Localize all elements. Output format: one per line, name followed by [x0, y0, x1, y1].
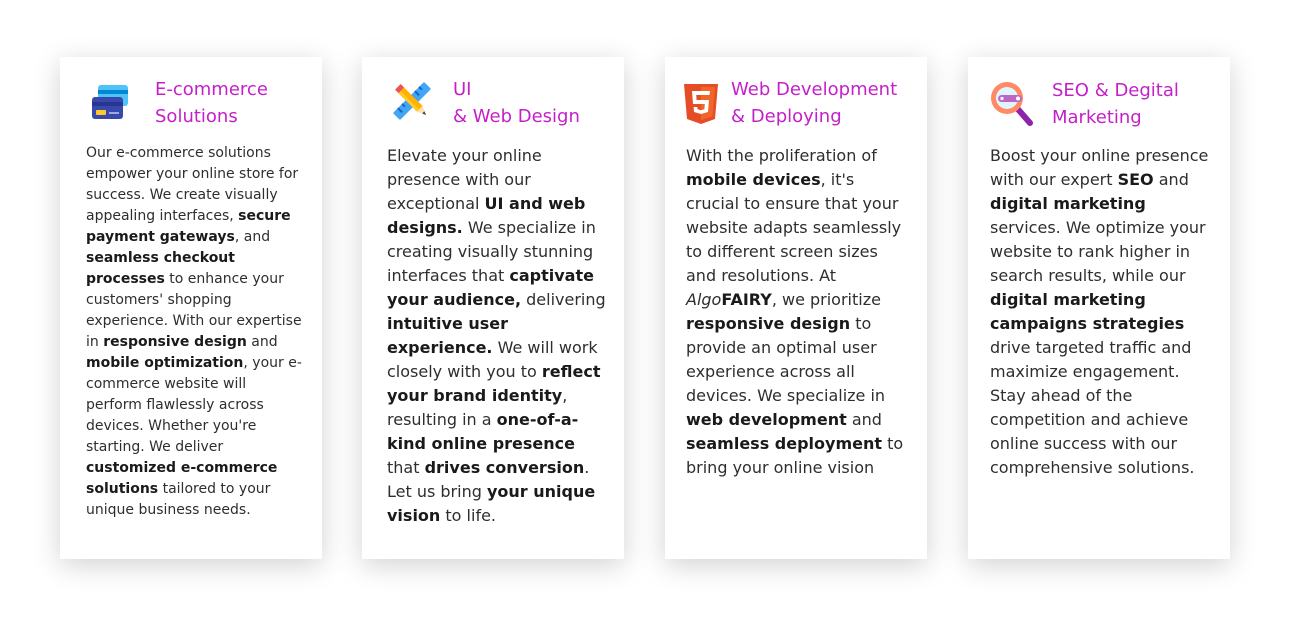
body-text: delivering — [521, 290, 606, 309]
italic-text: Algo — [686, 290, 722, 309]
card-title: UI & Web Design — [453, 79, 580, 127]
highlight-text: SEO — [1117, 170, 1154, 189]
body-text: services. We optimize your website to ra… — [990, 218, 1206, 285]
service-card-ecommerce: E-commerce Solutions Our e-commerce solu… — [60, 57, 322, 559]
card-description: Elevate your online presence with our ex… — [387, 144, 612, 528]
highlight-text: digital marketing campaigns strategies — [990, 290, 1185, 333]
card-description: Our e-commerce solutions empower your on… — [86, 143, 306, 521]
highlight-text: drives conversion — [424, 458, 585, 477]
body-text: and — [246, 334, 278, 350]
body-text: , and — [234, 229, 271, 245]
card-title: SEO & Degital Marketing — [1052, 80, 1179, 128]
card-title: E-commerce Solutions — [155, 79, 268, 127]
card-description: Boost your online presence with our expe… — [990, 144, 1215, 480]
highlight-text: intuitive user experience. — [387, 314, 509, 357]
highlight-text: seamless deployment — [686, 434, 883, 453]
body-text: and — [846, 410, 882, 429]
highlight-text: responsive design — [686, 314, 851, 333]
service-card-seo-marketing: SEO & Degital Marketing Boost your onlin… — [968, 57, 1230, 559]
highlight-text: FAIRY — [721, 290, 772, 309]
card-description: With the proliferation of mobile devices… — [686, 144, 911, 480]
highlight-text: mobile devices — [686, 170, 821, 189]
body-text: to life. — [440, 506, 496, 525]
body-text: With the proliferation of — [686, 146, 877, 165]
highlight-text: digital marketing — [990, 194, 1146, 213]
body-text: that — [387, 458, 425, 477]
card-title: Web Development & Deploying — [731, 79, 898, 127]
body-text: , we prioritize — [771, 290, 881, 309]
seo-search-icon — [988, 79, 1036, 127]
highlight-text: mobile optimization — [86, 355, 244, 371]
design-tools-icon — [390, 79, 434, 123]
body-text: drive targeted traffic and maximize enga… — [990, 338, 1195, 477]
service-card-web-development: Web Development & Deploying With the pro… — [665, 57, 927, 559]
service-card-ui-design: UI & Web Design Elevate your online pres… — [362, 57, 624, 559]
html5-icon — [683, 83, 719, 125]
body-text: and — [1153, 170, 1189, 189]
credit-card-icon — [90, 83, 130, 125]
highlight-text: responsive design — [103, 334, 247, 350]
highlight-text: web development — [686, 410, 847, 429]
